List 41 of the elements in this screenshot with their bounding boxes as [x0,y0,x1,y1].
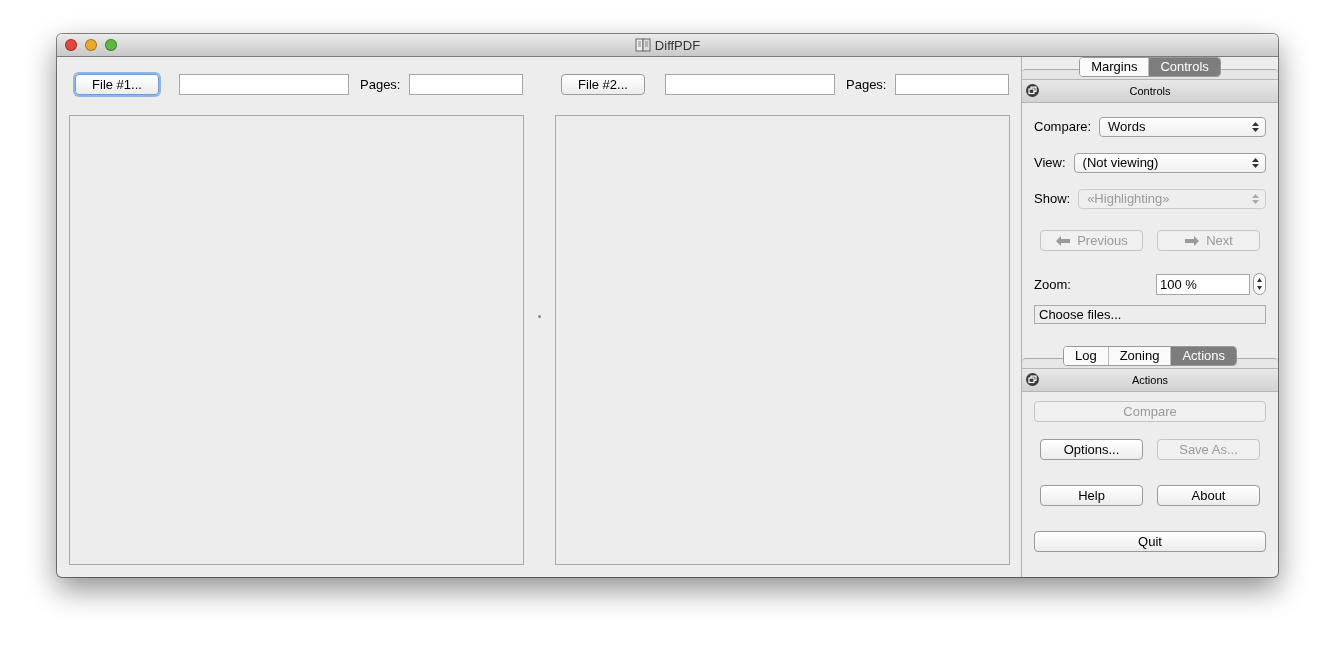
minimize-button[interactable] [85,39,97,51]
action-button[interactable]: About [1157,485,1260,506]
dock-tab[interactable]: Log [1063,347,1109,365]
right-arrow-icon [1184,235,1201,246]
window-title: DiffPDF [654,37,701,53]
field-label: Compare: [1034,119,1092,134]
updown-arrows-icon [1252,121,1259,132]
file-button[interactable]: File #1... [75,73,159,95]
action-button[interactable]: Quit [1034,531,1266,552]
file-path-field[interactable] [179,73,349,95]
status-text: Choose files... [1034,305,1266,324]
zoom-label: Zoom: [1034,276,1072,292]
dropdown[interactable]: Words [1099,116,1266,137]
file-path-field[interactable] [665,73,835,95]
float-icon[interactable] [1026,84,1039,97]
pages-label: Pages: [846,76,887,92]
left-arrow-icon [1055,235,1072,246]
close-button[interactable] [65,39,77,51]
dock-title: Actions [1131,374,1169,386]
file-button[interactable]: File #2... [561,73,645,95]
dropdown[interactable]: (Not viewing) [1073,152,1266,173]
field-label: View: [1034,155,1066,170]
pages-label: Pages: [360,76,401,92]
splitter-handle[interactable] [538,315,541,318]
stepper-icon[interactable] [1253,273,1266,295]
pages-field[interactable] [895,73,1010,95]
field-label: Show: [1034,191,1071,206]
updown-arrows-icon [1252,157,1259,168]
zoom-button[interactable] [105,39,117,51]
float-icon[interactable] [1026,373,1039,386]
pages-field[interactable] [409,73,524,95]
dock-title: Controls [1129,85,1171,97]
dock-tab[interactable]: Zoning [1108,347,1172,365]
dock-tab[interactable]: Margins [1080,58,1150,76]
dock-tab[interactable]: Controls [1149,58,1220,76]
document-icon [634,38,651,52]
updown-arrows-icon [1252,193,1259,204]
action-button[interactable]: Help [1040,485,1143,506]
action-button[interactable]: Options... [1040,439,1143,460]
zoom-field[interactable]: 100 % [1156,273,1250,295]
dock-tab[interactable]: Actions [1171,347,1237,365]
